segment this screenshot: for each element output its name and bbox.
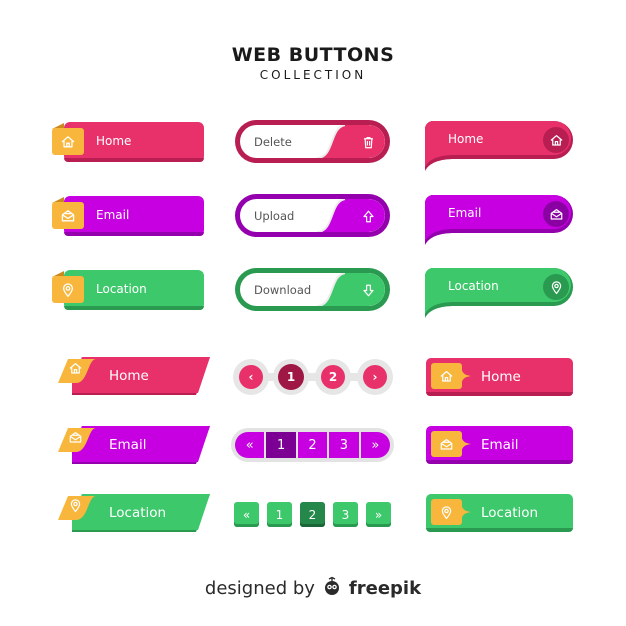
chevron-right-icon: › [363,365,387,389]
tab-button-home[interactable]: Home [52,122,204,162]
tab-button-email[interactable]: Email [52,196,204,236]
trash-icon [357,131,379,153]
home-icon [68,361,88,381]
bubble-button-label: Location [448,279,499,293]
tab-button-label: Home [96,134,132,148]
callout-button-label: Home [481,369,521,385]
pill-button-label: Delete [254,135,292,149]
tab-button-label: Location [96,282,147,296]
pagination-first-button[interactable]: « [235,432,264,458]
page-subtitle: COLLECTION [259,68,367,82]
pagination-last-button[interactable]: » [366,502,391,527]
slant-button-label: Location [109,505,167,521]
location-icon [52,276,84,303]
slant-button-label: Home [109,368,149,384]
upload-button[interactable]: Upload [235,194,390,237]
download-button[interactable]: Download [235,268,390,311]
page-title: WEB BUTTONS [231,44,395,66]
bubble-button-label: Email [448,206,482,220]
pagination-first-button[interactable]: « [234,502,259,527]
bubble-button-label: Home [448,132,484,146]
slant-button-label: Email [109,437,147,453]
tab-button-location[interactable]: Location [52,270,204,310]
pagination-next-button[interactable]: › [357,359,393,395]
pagination-round: ‹ 1 2 › [233,359,393,395]
pagination-square: « 1 2 3 » [234,502,392,527]
download-arrow-icon [357,279,379,301]
footer-text: designed by [204,578,315,599]
pagination-last-button[interactable]: » [358,432,390,458]
bubble-button-location[interactable]: Location [425,268,573,318]
pill-button-label: Download [254,283,312,297]
delete-button[interactable]: Delete [235,120,390,163]
home-icon [52,128,84,155]
chevron-left-icon: ‹ [239,365,263,389]
pagination-page-3[interactable]: 3 [333,502,358,527]
callout-button-email[interactable]: Email [426,426,573,464]
callout-button-location[interactable]: Location [426,494,573,532]
location-icon [68,498,88,518]
location-icon [543,274,569,300]
pagination-page-2[interactable]: 2 [300,502,325,527]
pagination-page-2[interactable]: 2 [315,359,351,395]
pagination-page-2[interactable]: 2 [295,432,327,458]
bubble-button-email[interactable]: Email [425,195,573,245]
pagination-prev-button[interactable]: ‹ [233,359,269,395]
freepik-logo-icon [321,576,343,601]
email-icon [68,430,88,450]
pagination-page-1[interactable]: 1 [267,502,292,527]
home-icon [543,127,569,153]
slant-button-email[interactable]: Email [58,426,212,466]
email-icon [431,431,462,457]
footer-brand: freepik [348,578,422,599]
upload-arrow-icon [357,205,379,227]
bubble-button-home[interactable]: Home [425,121,573,171]
tab-button-label: Email [96,208,130,222]
callout-button-home[interactable]: Home [426,358,573,396]
email-icon [543,201,569,227]
pagination-page-1[interactable]: 1 [273,359,309,395]
location-icon [431,499,462,525]
slant-button-home[interactable]: Home [58,357,212,397]
callout-button-label: Email [481,437,519,453]
footer-credit: designed by freepik [0,576,626,601]
email-icon [52,202,84,229]
pagination-page-3[interactable]: 3 [327,432,358,458]
pagination-bar: « 1 2 3 » [231,428,394,462]
callout-button-label: Location [481,505,539,521]
slant-button-location[interactable]: Location [58,494,212,534]
pill-button-label: Upload [254,209,295,223]
home-icon [431,363,462,389]
pagination-page-1[interactable]: 1 [264,432,296,458]
